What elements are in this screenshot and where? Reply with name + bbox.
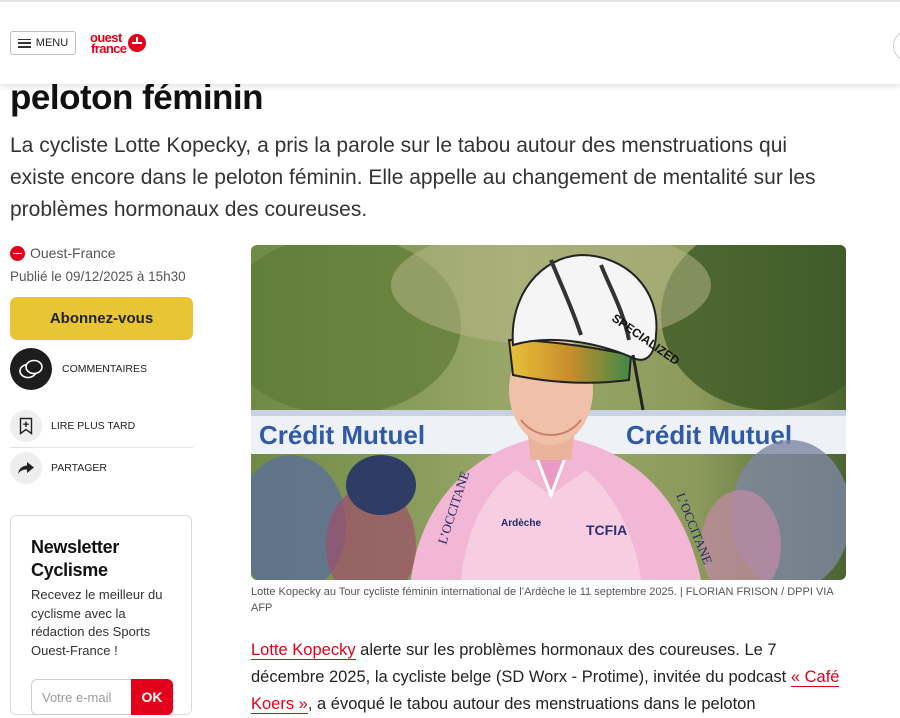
logo-line2: france xyxy=(91,41,127,56)
logo-mark-icon xyxy=(128,34,147,52)
article-photo[interactable]: Crédit Mutuel Crédit Mutuel L’OCCITANE L… xyxy=(251,245,846,580)
menu-button[interactable]: MENU xyxy=(10,31,76,55)
newsletter-box: Newsletter Cyclisme Recevez le meilleur … xyxy=(10,515,192,715)
comments-label: COMMENTAIRES xyxy=(62,363,147,375)
jersey-logo: TCFIA xyxy=(586,522,627,538)
publish-date: Publié le 09/12/2025 à 15h30 xyxy=(10,269,186,284)
banner-text-right: Crédit Mutuel xyxy=(626,420,792,450)
read-later-label: LIRE PLUS TARD xyxy=(51,420,136,432)
site-header: MENU ouest france xyxy=(0,0,900,84)
newsletter-description: Recevez le meilleur du cyclisme avec la … xyxy=(31,587,163,658)
newsletter-title: Newsletter Cyclisme xyxy=(31,537,120,580)
jersey-sponsor: Ardèche xyxy=(501,518,541,529)
comments-button[interactable]: COMMENTAIRES xyxy=(10,348,147,390)
body-text-part2: , a évoqué le tabou autour des menstruat… xyxy=(307,695,756,713)
menu-label: MENU xyxy=(35,37,69,49)
link-lotte-kopecky[interactable]: Lotte Kopecky xyxy=(251,641,356,660)
search-icon[interactable] xyxy=(893,30,900,62)
menu-icon xyxy=(17,38,31,48)
article-body: Lotte Kopecky alerte sur les problèmes h… xyxy=(251,637,851,718)
ouest-france-logo[interactable]: ouest france xyxy=(90,31,147,56)
article-source: Ouest-France xyxy=(10,245,116,261)
subscribe-button[interactable]: Abonnez-vous xyxy=(10,297,193,340)
ouest-france-mini-logo-icon xyxy=(10,245,25,261)
newsletter-email-input[interactable] xyxy=(31,679,131,715)
banner-text-left: Crédit Mutuel xyxy=(259,420,425,450)
divider xyxy=(10,447,193,448)
bookmark-add-icon xyxy=(10,410,42,442)
photo-caption: Lotte Kopecky au Tour cycliste féminin i… xyxy=(251,586,834,614)
read-later-button[interactable]: LIRE PLUS TARD xyxy=(10,410,135,442)
newsletter-ok-button[interactable]: OK xyxy=(131,679,173,715)
share-button[interactable]: PARTAGER xyxy=(10,452,107,484)
source-name: Ouest-France xyxy=(30,245,116,261)
article-lead: La cycliste Lotte Kopecky, a pris la par… xyxy=(10,134,816,221)
share-icon xyxy=(10,452,42,484)
share-label: PARTAGER xyxy=(51,462,108,474)
comment-icon xyxy=(10,348,52,390)
